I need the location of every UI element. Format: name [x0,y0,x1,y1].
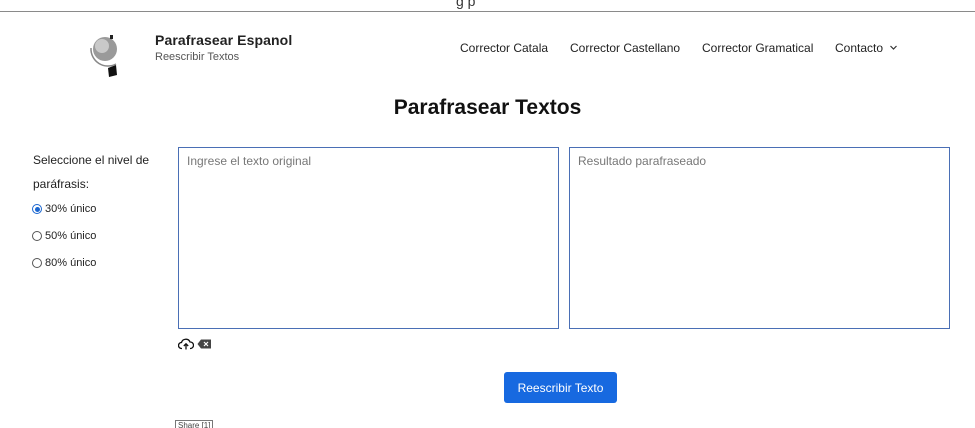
upload-cloud-icon[interactable] [178,338,194,350]
top-divider [0,11,975,12]
nav-corrector-gramatical[interactable]: Corrector Gramatical [702,41,813,55]
option-80[interactable]: 80% único [32,257,96,269]
chevron-down-icon[interactable] [889,43,898,52]
radio-50[interactable] [32,231,42,241]
option-50[interactable]: 50% único [32,230,96,242]
paraphrased-result-output[interactable]: Resultado parafraseado [569,147,950,329]
option-50-label: 50% único [45,230,97,242]
nav-corrector-catala[interactable]: Corrector Catala [460,41,548,55]
radio-30[interactable] [32,204,42,214]
clear-icon[interactable] [197,339,212,349]
level-label: Seleccione el nivel de paráfrasis: [33,153,150,191]
option-30-label: 30% único [45,203,97,215]
nav-corrector-castellano[interactable]: Corrector Castellano [570,41,680,55]
option-30[interactable]: 30% único [32,203,96,215]
share-button[interactable]: Share [1] [175,420,214,428]
logo-icon [90,35,117,77]
page-title: Parafrasear Textos [393,96,582,119]
radio-80[interactable] [32,258,42,268]
brand-title[interactable]: Parafrasear Espanol [155,32,292,48]
brand-subtitle: Reescribir Textos [155,51,240,63]
option-80-label: 80% único [45,257,97,269]
nav-contacto[interactable]: Contacto [835,41,883,55]
original-text-input[interactable]: Ingrese el texto original [178,147,559,329]
rewrite-text-button[interactable]: Reescribir Texto [504,372,617,403]
top-text-fragment: g p [456,0,476,9]
